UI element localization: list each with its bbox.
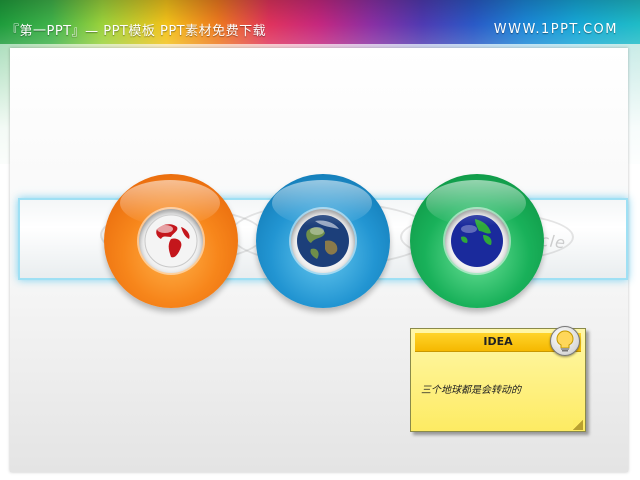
orange-ring[interactable] xyxy=(104,174,238,308)
green-ring[interactable] xyxy=(410,174,544,308)
ring-hole xyxy=(445,209,509,273)
lightbulb-icon xyxy=(550,326,580,356)
globe-red-icon xyxy=(144,214,198,268)
site-title: 『第一PPT』— PPT模板 PPT素材免费下载 xyxy=(6,24,267,39)
note-corner xyxy=(573,420,583,430)
globe-earth-icon xyxy=(297,215,349,267)
note-text: 三个地球都是会转动的 xyxy=(421,385,521,396)
globe-blue-icon xyxy=(451,215,503,267)
site-url[interactable]: WWW.1PPT.COM xyxy=(494,22,618,37)
ring-hole xyxy=(139,209,203,273)
ring-hole xyxy=(291,209,355,273)
blue-ring[interactable] xyxy=(256,174,390,308)
